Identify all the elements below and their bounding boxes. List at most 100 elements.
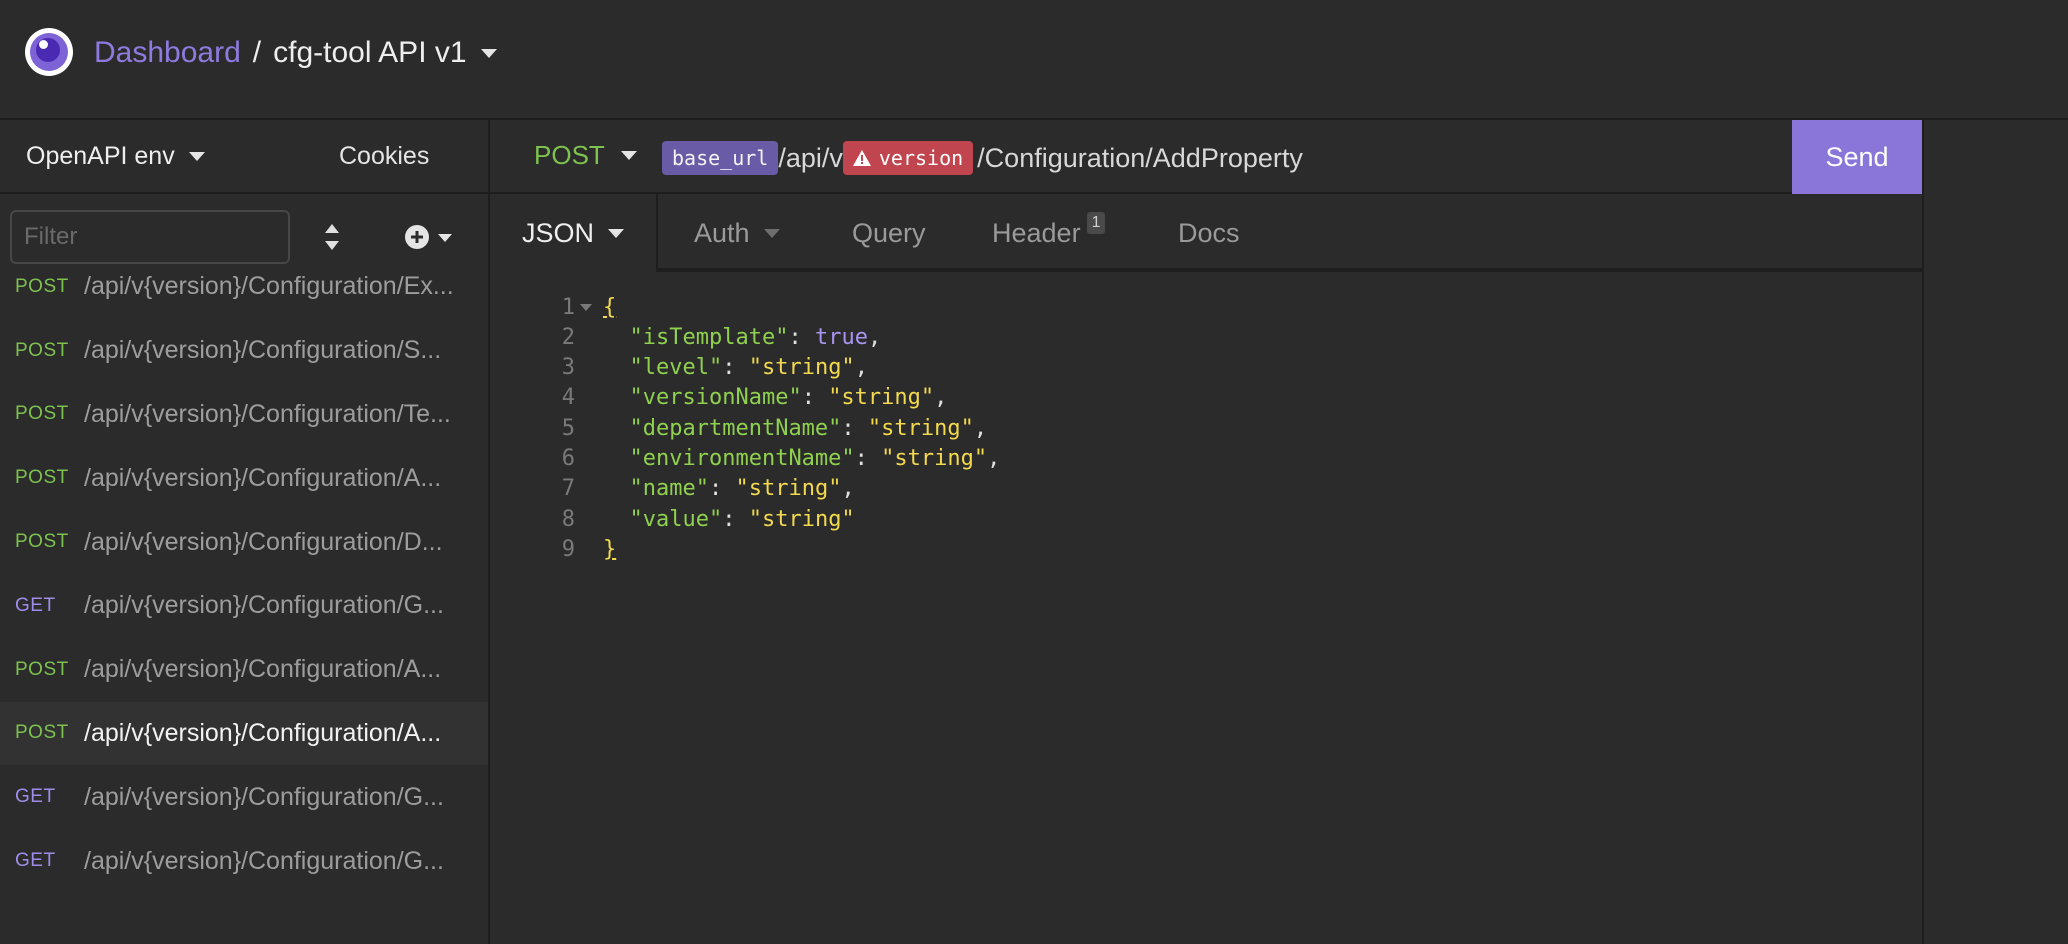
- request-item[interactable]: POST/api/v{version}/Configuration/D...: [0, 510, 488, 574]
- line-number: 3: [561, 355, 575, 381]
- open-brace: {: [603, 294, 617, 320]
- tab-label: Auth: [694, 217, 750, 248]
- request-path: /api/v{version}/Configuration/G...: [84, 591, 444, 620]
- line-number: 7: [561, 476, 575, 502]
- warning-icon: [852, 150, 871, 166]
- cookies-button[interactable]: Cookies: [339, 142, 429, 171]
- json-key: "isTemplate": [629, 324, 789, 350]
- request-path: /api/v{version}/Configuration/D...: [84, 527, 443, 556]
- code-line: 2 "isTemplate": true,: [490, 322, 1922, 352]
- chevron-down-icon: [620, 151, 637, 160]
- breadcrumb-dashboard-link[interactable]: Dashboard: [94, 36, 241, 70]
- method-selector[interactable]: POST: [534, 140, 637, 171]
- code-line: 5 "departmentName": "string",: [490, 413, 1922, 443]
- url-bar: POST base_url /api/v version /Configurat…: [490, 120, 1922, 194]
- json-value: "string": [735, 476, 842, 502]
- json-body-editor[interactable]: 1{2 "isTemplate": true, 3 "level": "strin…: [490, 272, 1922, 944]
- url-path: /Configuration/AddProperty: [977, 142, 1303, 173]
- json-field: "isTemplate": true,: [629, 324, 882, 350]
- tab-body-json[interactable]: JSON: [490, 194, 658, 272]
- json-field: "level": "string",: [629, 355, 868, 381]
- line-number: 1: [561, 294, 575, 320]
- close-brace: }: [603, 536, 617, 562]
- app-logo-icon[interactable]: [25, 28, 73, 76]
- request-method: POST: [15, 403, 69, 425]
- request-list: POST/api/v{version}/Configuration/Ex... P…: [0, 255, 488, 893]
- response-pane: [1922, 120, 2068, 944]
- chevron-down-icon: [608, 228, 625, 238]
- request-method: GET: [15, 850, 56, 872]
- request-item[interactable]: POST/api/v{version}/Configuration/Ex...: [0, 255, 488, 319]
- request-item[interactable]: GET/api/v{version}/Configuration/G...: [0, 829, 488, 893]
- line-number: 5: [561, 415, 575, 441]
- request-method: POST: [15, 339, 69, 361]
- request-method: POST: [15, 722, 69, 744]
- request-item[interactable]: POST/api/v{version}/Configuration/A...: [0, 638, 488, 702]
- line-number: 4: [561, 385, 575, 411]
- request-method: POST: [15, 531, 69, 553]
- request-path: /api/v{version}/Configuration/A...: [84, 718, 442, 747]
- tab-header[interactable]: Header 1: [992, 194, 1106, 272]
- request-tabs: JSON Auth Query Header 1 Docs: [490, 194, 1922, 272]
- tab-auth[interactable]: Auth: [694, 194, 780, 272]
- add-circle-icon[interactable]: [404, 224, 430, 250]
- request-item[interactable]: POST/api/v{version}/Configuration/S...: [0, 319, 488, 383]
- json-value: "string": [748, 506, 855, 532]
- code-line: 1{: [490, 292, 1922, 322]
- environment-label: OpenAPI env: [26, 141, 175, 170]
- url-variable-tag[interactable]: base_url: [662, 141, 779, 175]
- tab-label: Header: [992, 217, 1081, 248]
- line-number: 2: [561, 324, 575, 350]
- request-path: /api/v{version}/Configuration/S...: [84, 336, 442, 365]
- json-value: "string": [828, 385, 935, 411]
- request-path: /api/v{version}/Configuration/A...: [84, 463, 442, 492]
- request-path: /api/v{version}/Configuration/Te...: [84, 399, 451, 428]
- json-key: "versionName": [629, 385, 802, 411]
- code-line: 4 "versionName": "string",: [490, 383, 1922, 413]
- tab-underline: [658, 268, 1922, 270]
- fold-caret-icon[interactable]: [580, 304, 592, 311]
- request-item[interactable]: POST/api/v{version}/Configuration/A...: [0, 701, 488, 766]
- chevron-down-icon: [763, 228, 780, 238]
- line-number: 6: [561, 446, 575, 471]
- request-item[interactable]: GET/api/v{version}/Configuration/G...: [0, 765, 488, 829]
- code-line: 3 "level": "string",: [490, 353, 1922, 383]
- json-field: "environmentName": "string",: [629, 446, 1001, 471]
- environment-selector[interactable]: OpenAPI env: [26, 142, 306, 171]
- url-input[interactable]: base_url /api/v version /Configuration/A…: [662, 140, 1303, 176]
- json-key: "departmentName": [629, 415, 842, 441]
- project-name[interactable]: cfg-tool API v1: [273, 36, 466, 70]
- request-path: /api/v{version}/Configuration/Ex...: [84, 272, 454, 301]
- chevron-down-icon[interactable]: [438, 234, 452, 242]
- json-value: true: [814, 324, 868, 350]
- chevron-down-icon: [188, 151, 205, 161]
- request-method: GET: [15, 594, 56, 616]
- breadcrumb-separator: /: [252, 36, 262, 69]
- request-item[interactable]: GET/api/v{version}/Configuration/G...: [0, 574, 488, 638]
- top-bar: Dashboard / cfg-tool API v1: [0, 0, 2068, 120]
- request-item[interactable]: POST/api/v{version}/Configuration/A...: [0, 446, 488, 510]
- code-line: 6 "environmentName": "string",: [490, 444, 1922, 474]
- request-item[interactable]: POST/api/v{version}/Configuration/Te...: [0, 383, 488, 447]
- url-error-variable-tag[interactable]: version: [842, 141, 974, 175]
- json-field: "versionName": "string",: [629, 385, 948, 411]
- chevron-down-icon[interactable]: [480, 48, 497, 58]
- request-method: POST: [15, 658, 69, 680]
- tab-query[interactable]: Query: [852, 194, 926, 272]
- tab-label: JSON: [522, 217, 595, 248]
- send-button[interactable]: Send: [1792, 120, 1922, 194]
- method-label: POST: [534, 140, 605, 170]
- request-path: /api/v{version}/Configuration/G...: [84, 846, 444, 875]
- json-field: "name": "string",: [629, 476, 855, 502]
- url-error-variable-name: version: [878, 146, 964, 170]
- tab-label: Docs: [1178, 217, 1240, 248]
- json-value: "string": [748, 355, 855, 381]
- request-method: GET: [15, 786, 56, 808]
- json-field: "value": "string": [629, 506, 855, 532]
- url-segment: /api/v: [778, 142, 843, 173]
- tab-docs[interactable]: Docs: [1178, 194, 1240, 272]
- json-key: "level": [629, 355, 723, 381]
- request-path: /api/v{version}/Configuration/G...: [84, 782, 444, 811]
- breadcrumb: Dashboard / cfg-tool API v1: [94, 30, 497, 76]
- sort-icon[interactable]: [322, 222, 342, 252]
